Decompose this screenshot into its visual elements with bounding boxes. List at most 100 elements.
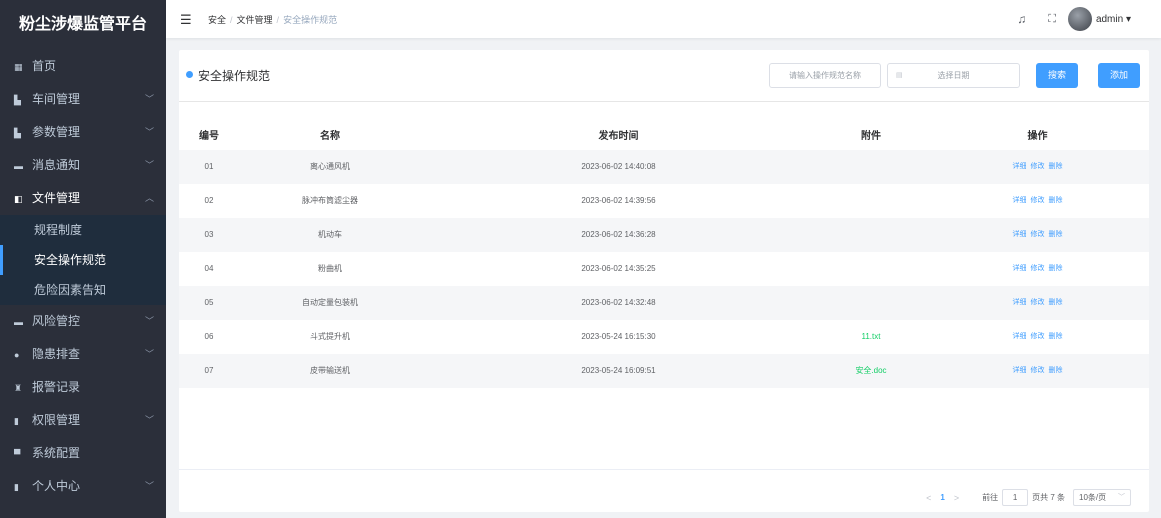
table-body: 01 离心通风机 2023-06-02 14:40:08 详细 修改 删除 02 脉冲布筒滤尘…	[179, 150, 1149, 388]
sidebar-item-label: 权限管理	[32, 413, 81, 427]
cell-actions: 详细 修改 删除	[926, 218, 1149, 252]
table-row: 05 自动定量包装机 2023-06-02 14:32:48 详细 修改 删除	[179, 286, 1149, 320]
breadcrumb-separator: /	[230, 15, 233, 25]
sidebar-item-permission[interactable]: ▮ 权限管理 ﹀	[0, 404, 166, 437]
breadcrumb-item-file-management[interactable]: 文件管理	[237, 15, 273, 25]
hamburger-icon[interactable]: ☰	[180, 12, 192, 28]
edit-link[interactable]: 修改	[1031, 231, 1045, 238]
cell-name: 机动车	[318, 230, 342, 239]
detail-link[interactable]: 详细	[1013, 333, 1027, 340]
sidebar-item-alarm[interactable]: ♜ 报警记录	[0, 371, 166, 404]
sidebar-item-file[interactable]: ◧ 文件管理 ︿	[0, 182, 166, 215]
delete-link[interactable]: 删除	[1049, 163, 1063, 170]
detail-link[interactable]: 详细	[1013, 231, 1027, 238]
top-right-tools: ♫ ⛶ admin ▾	[1017, 5, 1131, 33]
cell-actions: 详细 修改 删除	[926, 150, 1149, 184]
cell-attachment-link[interactable]: 11.txt	[816, 320, 926, 354]
card-header: 安全操作规范 请输入操作规范名称 ▤ 选择日期 搜索 添加	[179, 50, 1149, 102]
detail-link[interactable]: 详细	[1013, 265, 1027, 272]
sidebar-item-user-center[interactable]: ▮ 个人中心 ﹀	[0, 470, 166, 503]
cell-attachment-link[interactable]: 安全.doc	[816, 354, 926, 388]
column-header-attachment: 附件	[861, 131, 881, 142]
file-icon: ◧	[14, 194, 23, 204]
next-page-button[interactable]: >	[954, 493, 959, 503]
sidebar-item-home[interactable]: ▦ 首页	[0, 50, 166, 83]
sidebar-item-label: 风险管控	[32, 314, 81, 328]
cell-name: 脉冲布筒滤尘器	[302, 196, 358, 205]
page-size-value: 10条/页	[1079, 493, 1107, 502]
cell-name: 粉曲机	[318, 264, 342, 273]
detail-link[interactable]: 详细	[1013, 197, 1027, 204]
table-header: 编号 名称 发布时间 附件 操作	[179, 123, 1149, 150]
submenu-item[interactable]: 危险因素告知	[0, 275, 166, 305]
cell-id: 01	[204, 162, 214, 171]
breadcrumb-item-home[interactable]: 安全	[208, 15, 226, 25]
page-suffix-label: 页	[1032, 493, 1041, 502]
search-name-input[interactable]: 请输入操作规范名称	[769, 63, 881, 88]
username-dropdown[interactable]: admin ▾	[1096, 14, 1131, 25]
chevron-down-icon: ﹀	[144, 316, 154, 326]
file-submenu: 规程制度 安全操作规范 危险因素告知	[0, 215, 166, 305]
edit-link[interactable]: 修改	[1031, 163, 1045, 170]
cell-name: 离心通风机	[310, 162, 350, 171]
home-icon: ▦	[14, 62, 23, 72]
detail-link[interactable]: 详细	[1013, 367, 1027, 374]
page-number-current[interactable]: 1	[940, 493, 944, 502]
detail-link[interactable]: 详细	[1013, 299, 1027, 306]
sidebar-item-label: 隐患排查	[32, 347, 81, 361]
cell-actions: 详细 修改 删除	[926, 320, 1149, 354]
table-row: 07 皮带输送机 2023-05-24 16:09:51 安全.doc 详细 修改 删除	[179, 354, 1149, 388]
avatar[interactable]	[1067, 7, 1092, 31]
delete-link[interactable]: 删除	[1049, 265, 1063, 272]
delete-link[interactable]: 删除	[1049, 299, 1063, 306]
sidebar-item-label: 报警记录	[32, 380, 81, 394]
cell-id: 05	[204, 298, 214, 307]
caret-down-icon: ▾	[1125, 13, 1131, 25]
pagination: < 1 > 前往 1 页 共 7 条 10条/页 ﹀	[917, 489, 1131, 506]
sidebar-item-hazard[interactable]: ● 隐患排查 ﹀	[0, 338, 166, 371]
calendar-icon: ▤	[896, 72, 903, 79]
sidebar-item-label: 系统配置	[32, 446, 81, 460]
sidebar-item-risk[interactable]: ▬ 风险管控 ﹀	[0, 305, 166, 338]
delete-link[interactable]: 删除	[1049, 197, 1063, 204]
hazard-icon: ●	[14, 350, 20, 360]
chevron-up-icon: ︿	[144, 193, 154, 203]
date-placeholder: 选择日期	[937, 71, 970, 80]
fullscreen-icon[interactable]: ⛶	[1048, 13, 1056, 26]
cell-time: 2023-05-24 16:09:51	[581, 366, 656, 375]
edit-link[interactable]: 修改	[1031, 265, 1045, 272]
sidebar-item-workshop[interactable]: ▙ 车间管理 ﹀	[0, 83, 166, 116]
data-table: 编号 名称 发布时间 附件 操作 01 离心通风机 2023-06-02 14:40…	[179, 123, 1149, 388]
goto-page-input[interactable]: 1	[1002, 489, 1029, 506]
risk-icon: ▬	[14, 317, 23, 327]
submenu-item[interactable]: 规程制度	[0, 215, 166, 245]
goto-label: 前往	[982, 493, 999, 502]
pagination-divider	[179, 469, 1149, 470]
detail-link[interactable]: 详细	[1013, 163, 1027, 170]
edit-link[interactable]: 修改	[1031, 299, 1045, 306]
date-picker[interactable]: ▤ 选择日期	[887, 63, 1020, 88]
edit-link[interactable]: 修改	[1031, 197, 1045, 204]
prev-page-button[interactable]: <	[926, 493, 931, 503]
submenu-item[interactable]: 安全操作规范	[0, 245, 166, 275]
cell-name: 自动定量包装机	[302, 298, 358, 307]
page-size-select[interactable]: 10条/页 ﹀	[1073, 489, 1131, 506]
edit-link[interactable]: 修改	[1031, 333, 1045, 340]
delete-link[interactable]: 删除	[1049, 231, 1063, 238]
sidebar-item-param[interactable]: ▙ 参数管理 ﹀	[0, 116, 166, 149]
sidebar-item-config[interactable]: ▀ 系统配置	[0, 437, 166, 470]
add-button[interactable]: 添加	[1098, 63, 1140, 88]
search-button[interactable]: 搜索	[1036, 63, 1078, 88]
title-dot-icon	[186, 71, 193, 78]
bell-icon[interactable]: ♫	[1017, 12, 1026, 26]
cell-actions: 详细 修改 删除	[926, 354, 1149, 388]
table-row: 02 脉冲布筒滤尘器 2023-06-02 14:39:56 详细 修改 删除	[179, 184, 1149, 218]
sidebar-item-message[interactable]: ▬ 消息通知 ﹀	[0, 149, 166, 182]
cell-time: 2023-06-02 14:40:08	[581, 162, 656, 171]
cell-actions: 详细 修改 删除	[926, 184, 1149, 218]
delete-link[interactable]: 删除	[1049, 333, 1063, 340]
sidebar-item-label: 首页	[32, 59, 57, 73]
chevron-down-icon: ﹀	[144, 481, 154, 491]
edit-link[interactable]: 修改	[1031, 367, 1045, 374]
delete-link[interactable]: 删除	[1049, 367, 1063, 374]
